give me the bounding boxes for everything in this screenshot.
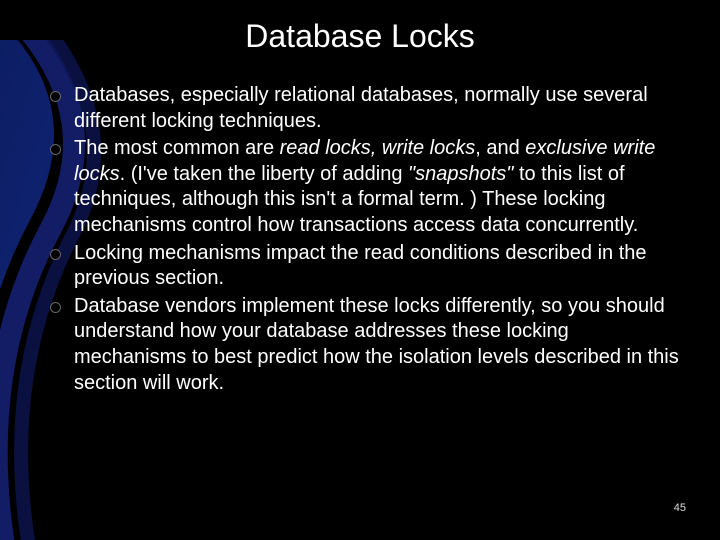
italic-text: "snapshots" — [408, 163, 513, 185]
list-item: Databases, especially relational databas… — [46, 83, 680, 134]
bullet-text: The most common are — [74, 137, 280, 159]
list-item: Database vendors implement these locks d… — [46, 294, 680, 396]
bullet-text: Databases, especially relational databas… — [74, 84, 648, 132]
list-item: Locking mechanisms impact the read condi… — [46, 241, 680, 292]
slide-content: Databases, especially relational databas… — [0, 83, 720, 396]
list-item: The most common are read locks, write lo… — [46, 136, 680, 238]
slide-title: Database Locks — [0, 0, 720, 83]
bullet-text: . (I've taken the liberty of adding — [120, 163, 408, 185]
italic-text: read locks, write locks — [280, 137, 476, 159]
bullet-list: Databases, especially relational databas… — [46, 83, 680, 396]
bullet-text: Locking mechanisms impact the read condi… — [74, 242, 647, 290]
page-number: 45 — [674, 502, 686, 514]
bullet-text: , and — [475, 137, 525, 159]
bullet-text: Database vendors implement these locks d… — [74, 295, 679, 394]
